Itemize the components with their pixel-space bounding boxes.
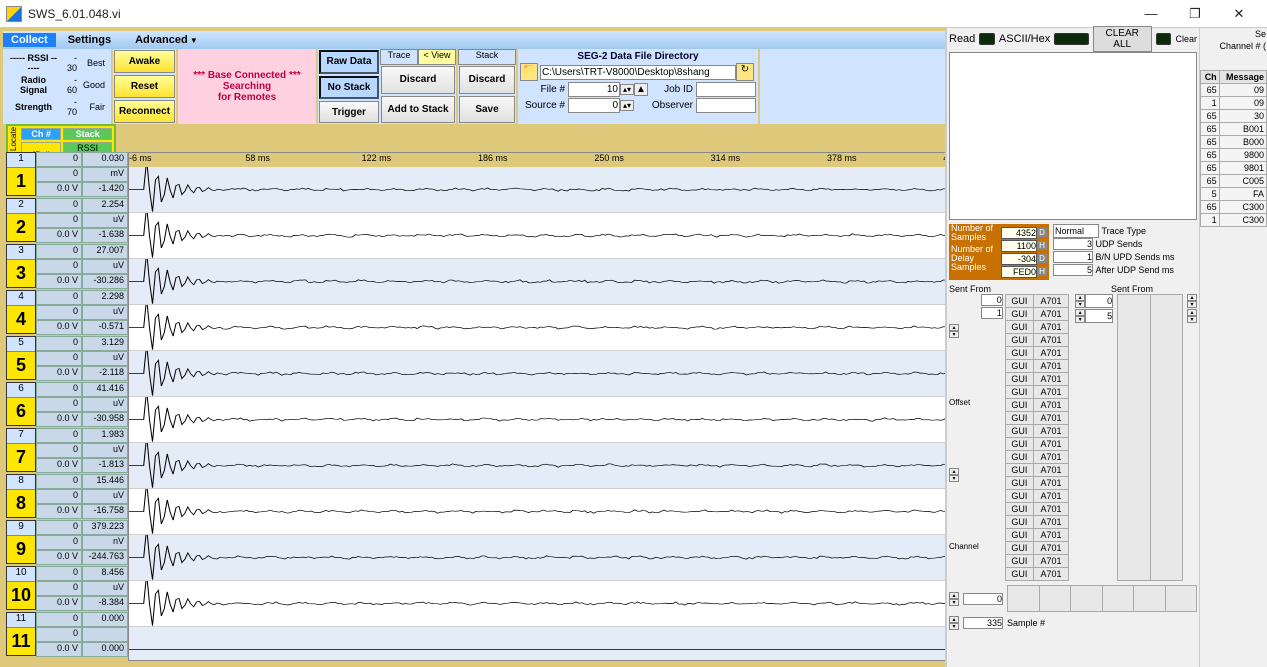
menu-advanced[interactable]: Advanced [123, 34, 210, 46]
mode-buttons: Raw Data No Stack Trigger [318, 49, 380, 124]
trace-type-value[interactable]: Normal [1053, 224, 1099, 238]
sent-from-box: Sent FromSent From ▴▾ Offset ▴▾ Channel … [947, 282, 1199, 583]
channel-row: 1010 08.456 0uV 0.0 V-8.384 [6, 566, 128, 612]
offset-spinner[interactable]: ▴▾ [949, 324, 959, 338]
channel-row: 55 03.129 0uV 0.0 V-2.118 [6, 336, 128, 382]
window-title: SWS_6.01.048.vi [28, 7, 1129, 21]
side-table: Se Channel # ( ChMessage6509109653065B00… [1199, 28, 1267, 667]
num-delay-input[interactable] [1001, 253, 1037, 265]
gui-table: GUIA701GUIA701GUIA701GUIA701GUIA701GUIA7… [1005, 294, 1069, 581]
ascii-hex-label: ASCII/Hex [999, 33, 1050, 45]
awake-button[interactable]: Awake [114, 50, 175, 73]
file-box: SEG-2 Data File Directory 📁 ↻ File # ▴▾ … [518, 49, 758, 124]
tab-view[interactable]: < View [418, 49, 456, 65]
source-number-input[interactable] [568, 98, 620, 113]
console-output[interactable] [949, 52, 1197, 220]
path-input[interactable] [540, 65, 736, 80]
channel-row: 22 02.254 0uV 0.0 V-1.638 [6, 198, 128, 244]
channel-input[interactable] [981, 307, 1003, 319]
trace-panel: Trace < View Discard Add to Stack [380, 49, 458, 124]
menu-collect[interactable]: Collect [3, 33, 56, 47]
samples-box: Number of Samples D H Number of Delay Sa… [949, 224, 1197, 280]
num-samples-input[interactable] [1001, 227, 1037, 239]
reset-button[interactable]: Reset [114, 75, 175, 98]
menu-settings[interactable]: Settings [56, 34, 123, 46]
reconnect-button[interactable]: Reconnect [114, 100, 175, 123]
channel-row: 77 01.983 0uV 0.0 V-1.813 [6, 428, 128, 474]
ascii-led [1054, 33, 1088, 45]
channel-row: 44 02.298 0uV 0.0 V-0.571 [6, 290, 128, 336]
read-label: Read [949, 33, 975, 45]
discard-button-1[interactable]: Discard [381, 66, 455, 94]
udp-sends-input[interactable] [1053, 238, 1093, 250]
clear-label: Clear [1175, 34, 1197, 44]
no-stack-button[interactable]: No Stack [319, 76, 379, 100]
channel-row: 33 027.007 0uV 0.0 V-30.286 [6, 244, 128, 290]
channel-column: 11 00.030 0mV 0.0 V-1.420 22 02.254 0uV … [6, 152, 128, 661]
channel-row: 11 00.030 0mV 0.0 V-1.420 [6, 152, 128, 198]
labview-icon [6, 6, 22, 22]
after-udp-input[interactable] [1053, 264, 1093, 276]
clear-all-button[interactable]: CLEAR ALL [1093, 26, 1152, 52]
num-delay-hex[interactable] [1001, 266, 1037, 278]
job-id-input[interactable] [696, 82, 756, 97]
read-led [979, 33, 995, 45]
trigger-button[interactable]: Trigger [319, 101, 379, 123]
conn-buttons: Awake Reset Reconnect [113, 49, 178, 124]
observer-input[interactable] [696, 98, 756, 113]
locate-box: Locate Ch #Stack ID #RSSI Volts [6, 124, 116, 154]
offset-input[interactable] [981, 294, 1003, 306]
sample335-input[interactable] [963, 617, 1003, 629]
clear-led [1156, 33, 1172, 45]
channel-row: 88 015.446 0uV 0.0 V-16.758 [6, 474, 128, 520]
status-box: *** Base Connected *** Searching for Rem… [178, 49, 318, 124]
browse-button[interactable]: 📁 [520, 63, 538, 81]
refresh-button[interactable]: ↻ [736, 63, 754, 81]
file-step[interactable]: ▲ [634, 83, 648, 96]
right-pane: Read ASCII/Hex CLEAR ALL Clear Number of… [945, 28, 1267, 667]
channel-spinner[interactable]: ▴▾ [949, 468, 959, 482]
file-spin[interactable]: ▴▾ [620, 84, 634, 95]
tab-trace[interactable]: Trace [380, 49, 418, 65]
discard-button-2[interactable]: Discard [459, 66, 515, 94]
sample0-input[interactable] [963, 593, 1003, 605]
source-spin[interactable]: ▴▾ [620, 100, 634, 111]
empty-table [1117, 294, 1183, 581]
channel-row: 1111 00.000 0 0.0 V0.000 [6, 612, 128, 658]
close-button[interactable]: ✕ [1217, 1, 1261, 27]
stack-panel: Stack Discard Save [458, 49, 518, 124]
raw-data-button[interactable]: Raw Data [319, 50, 379, 74]
bn-udp-input[interactable] [1053, 251, 1093, 263]
sample-bottom: ▴▾ [947, 583, 1199, 614]
save-button[interactable]: Save [459, 96, 515, 124]
window-titlebar: SWS_6.01.048.vi — ❐ ✕ [0, 0, 1267, 28]
maximize-button[interactable]: ❐ [1173, 1, 1217, 27]
add-to-stack-button[interactable]: Add to Stack [381, 96, 455, 124]
file-number-input[interactable] [568, 82, 620, 97]
channel-row: 66 041.416 0uV 0.0 V-30.958 [6, 382, 128, 428]
num-samples-hex[interactable] [1001, 240, 1037, 252]
rssi-box: ----- RSSI ------- 30Best Radio Signal- … [3, 49, 113, 124]
tab-stack[interactable]: Stack [458, 49, 516, 65]
minimize-button[interactable]: — [1129, 1, 1173, 27]
channel-row: 99 0379.223 0nV 0.0 V-244.763 [6, 520, 128, 566]
